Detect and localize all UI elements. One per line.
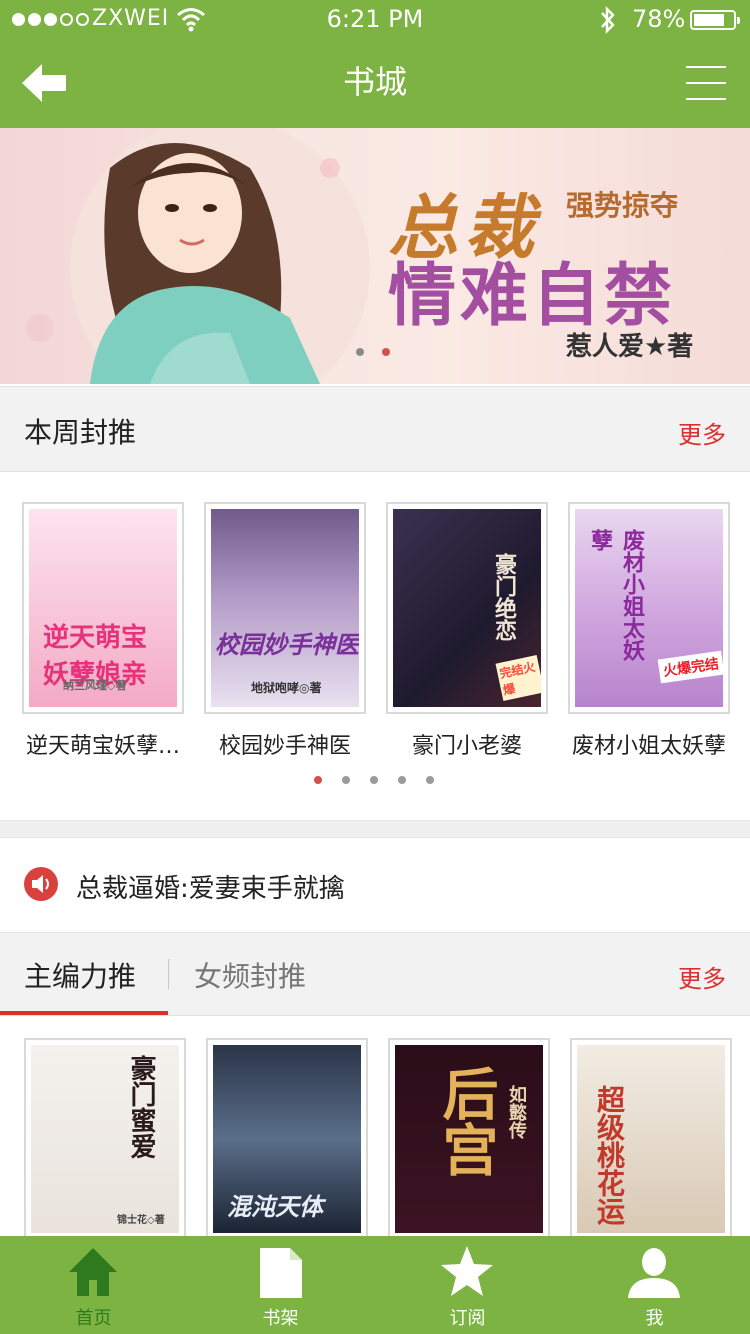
bookshelf-icon [260,1248,302,1298]
home-icon [69,1248,117,1296]
announcement-bar[interactable]: 总裁逼婚:爱妻束手就擒 [0,838,750,932]
cover-title: 豪门绝恋 [491,553,516,641]
book-cover[interactable]: 混沌天体 [206,1038,368,1238]
weekly-pagination [314,776,434,784]
book-title[interactable]: 废材小姐太妖孽 [559,728,739,760]
editor-tabs-header: 主编力推 女频封推 更多 [0,932,750,1016]
book-card[interactable]: 超级桃花运 [570,1038,732,1238]
tab-female-picks[interactable]: 女频封推 [194,955,306,995]
banner-title-line2: 情难自禁 [388,257,677,336]
cover-subtitle: 如懿传 [506,1085,527,1139]
cover-title: 废材小姐太妖孽 [587,529,644,661]
book-card[interactable]: 逆天萌宝 妖孽娘亲 纳兰风瑾◇著 逆天萌宝妖孽… [22,502,184,760]
tab-label: 我 [645,1308,664,1329]
cover-title: 后宫 [433,1065,498,1177]
book-card[interactable]: 豪门绝恋 完结火爆 豪门小老婆 [386,502,548,760]
book-cover[interactable]: 废材小姐太妖孽 火爆完结 [568,502,730,714]
page-dot-active[interactable] [314,776,322,784]
battery-icon [690,10,740,30]
banner-tagline: 强势掠夺 [566,189,679,222]
section-title-weekly: 本周封推 [24,416,137,449]
tab-home[interactable]: 首页 [0,1236,187,1334]
weekly-more-link[interactable]: 更多 [678,415,726,450]
book-title[interactable]: 校园妙手神医 [195,728,375,760]
bottom-tab-bar: 首页 书架 订阅 我 [0,1236,750,1334]
cover-badge: 火爆完结 [657,650,723,684]
tab-me[interactable]: 我 [561,1236,748,1334]
section-divider [0,820,750,838]
tab-divider [168,959,169,989]
page-dot[interactable] [370,776,378,784]
page-dot[interactable] [426,776,434,784]
book-card[interactable]: 豪门蜜爱 锦士花◇著 [24,1038,186,1238]
banner-author: 惹人爱★著 [566,332,694,362]
book-title[interactable]: 逆天萌宝妖孽… [13,728,193,760]
tab-editor-picks[interactable]: 主编力推 [24,955,136,995]
hamburger-menu-icon[interactable] [686,66,726,102]
star-icon [441,1246,493,1296]
announcement-text[interactable]: 总裁逼婚:爱妻束手就擒 [76,868,345,905]
active-tab-indicator [0,1011,168,1015]
book-card[interactable]: 混沌天体 [206,1038,368,1238]
banner-dot-active[interactable] [382,348,390,356]
book-cover[interactable]: 超级桃花运 [570,1038,732,1238]
banner-illustration [26,128,370,384]
tab-label: 首页 [75,1308,112,1329]
status-bar: ZXWEI 6:21 PM 78% [0,0,750,40]
book-cover[interactable]: 校园妙手神医 地狱咆哮◎著 [204,502,366,714]
battery-percent: 78% [632,5,686,33]
book-title[interactable]: 豪门小老婆 [377,728,557,760]
bluetooth-icon [601,6,615,34]
cover-author: 纳兰风瑾◇著 [63,679,127,692]
cover-author: 地狱咆哮◎著 [251,681,322,695]
cover-badge: 完结火爆 [495,655,541,701]
speaker-icon [24,867,58,901]
cover-title: 校园妙手神医 [215,631,359,659]
book-card[interactable]: 后宫 如懿传 [388,1038,550,1238]
cover-author: 锦士花◇著 [117,1215,165,1226]
promo-banner[interactable]: 强势掠夺 总裁 情难自禁 惹人爱★著 [0,128,750,384]
page-dot[interactable] [398,776,406,784]
cover-title: 混沌天体 [227,1193,323,1221]
tab-subscribe[interactable]: 订阅 [374,1236,561,1334]
tab-label: 书架 [262,1308,299,1329]
top-bar: ZXWEI 6:21 PM 78% 书城 [0,0,750,128]
page-title: 书城 [342,63,407,101]
book-cover[interactable]: 后宫 如懿传 [388,1038,550,1238]
tab-label: 订阅 [449,1308,486,1329]
banner-dot[interactable] [356,348,364,356]
book-cover[interactable]: 豪门绝恋 完结火爆 [386,502,548,714]
cover-title: 超级桃花运 [593,1085,626,1225]
cover-title: 豪门蜜爱 [126,1055,156,1159]
editor-more-link[interactable]: 更多 [678,959,726,994]
user-icon [628,1248,680,1298]
book-cover[interactable]: 豪门蜜爱 锦士花◇著 [24,1038,186,1238]
book-card[interactable]: 校园妙手神医 地狱咆哮◎著 校园妙手神医 [204,502,366,760]
weekly-section-header: 本周封推 更多 [0,386,750,472]
banner-pagination [356,348,390,356]
book-card[interactable]: 废材小姐太妖孽 火爆完结 废材小姐太妖孽 [568,502,730,760]
book-cover[interactable]: 逆天萌宝 妖孽娘亲 纳兰风瑾◇著 [22,502,184,714]
tab-bookshelf[interactable]: 书架 [187,1236,374,1334]
page-dot[interactable] [342,776,350,784]
